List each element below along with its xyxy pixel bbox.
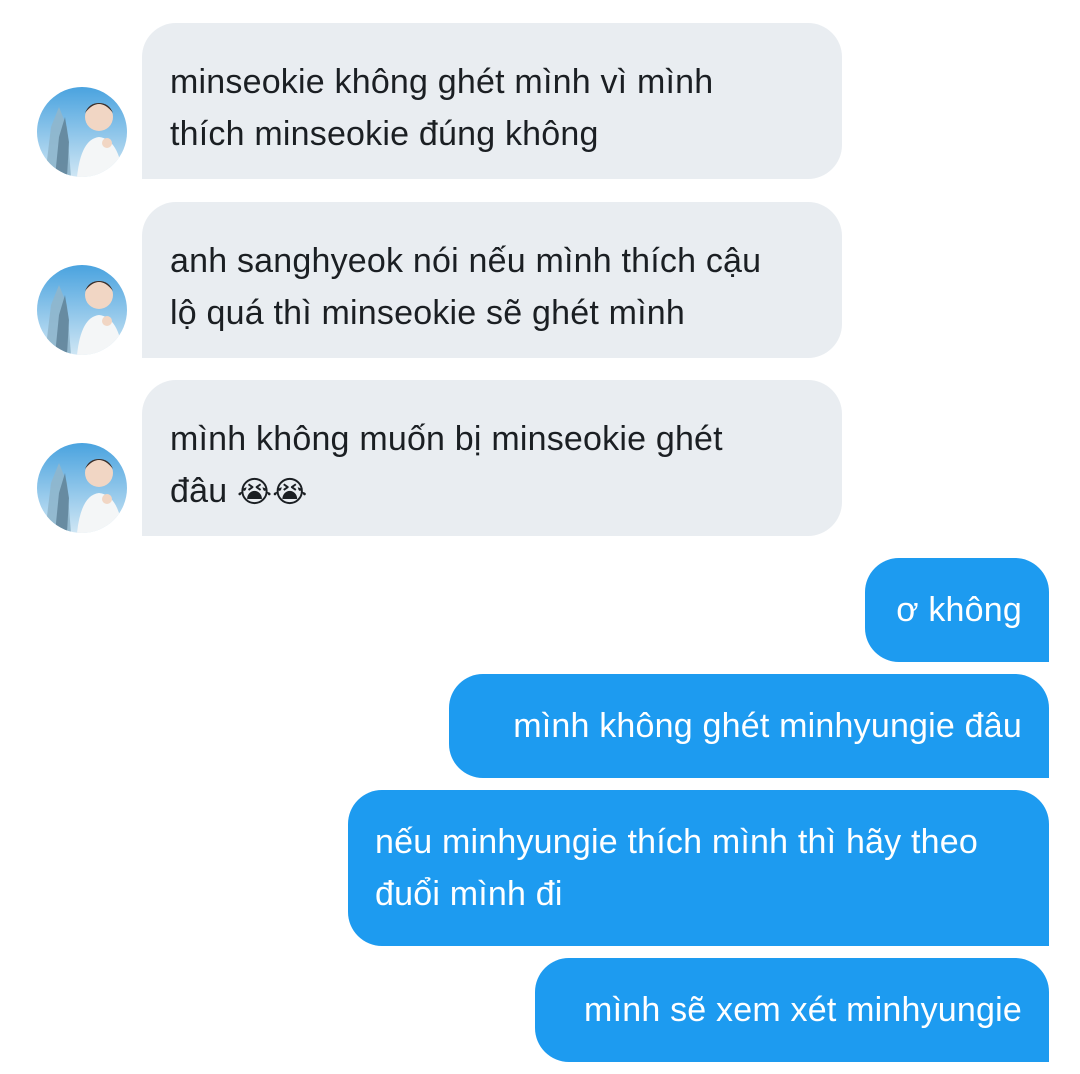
sender-avatar[interactable] — [37, 443, 127, 533]
message-text: đâu — [170, 472, 228, 510]
outgoing-message-bubble[interactable]: mình sẽ xem xét minhyungie — [535, 958, 1049, 1062]
message-text: anh sanghyeok nói nếu mình thích cậu — [170, 242, 762, 280]
user-avatar-photo-icon — [37, 265, 127, 355]
user-avatar-photo-icon — [37, 443, 127, 533]
outgoing-message-bubble[interactable]: nếu minhyungie thích mình thì hãy theo đ… — [348, 790, 1049, 946]
message-text: đuổi mình đi — [375, 875, 563, 913]
incoming-message-bubble[interactable]: mình không muốn bị minseokie ghét đâu 😭😭 — [142, 380, 842, 536]
crying-face-emoji-icon: 😭😭 — [236, 475, 308, 510]
sender-avatar[interactable] — [37, 265, 127, 355]
outgoing-message-bubble[interactable]: mình không ghét minhyungie đâu — [449, 674, 1049, 778]
message-text: ơ không — [896, 591, 1022, 629]
message-text: nếu minhyungie thích mình thì hãy theo — [375, 823, 978, 861]
sender-avatar[interactable] — [37, 87, 127, 177]
message-text-with-emoji: đâu 😭😭 — [170, 465, 814, 519]
outgoing-message-bubble[interactable]: ơ không — [865, 558, 1049, 662]
message-text: minseokie không ghét mình vì mình — [170, 63, 714, 101]
message-text: mình sẽ xem xét minhyungie — [584, 991, 1022, 1029]
message-text: lộ quá thì minseokie sẽ ghét mình — [170, 294, 686, 332]
user-avatar-photo-icon — [37, 87, 127, 177]
incoming-message-bubble[interactable]: anh sanghyeok nói nếu mình thích cậu lộ … — [142, 202, 842, 358]
message-text: thích minseokie đúng không — [170, 115, 599, 153]
incoming-message-bubble[interactable]: minseokie không ghét mình vì mình thích … — [142, 23, 842, 179]
message-text: mình không ghét minhyungie đâu — [513, 707, 1022, 745]
message-text: mình không muốn bị minseokie ghét — [170, 420, 723, 458]
